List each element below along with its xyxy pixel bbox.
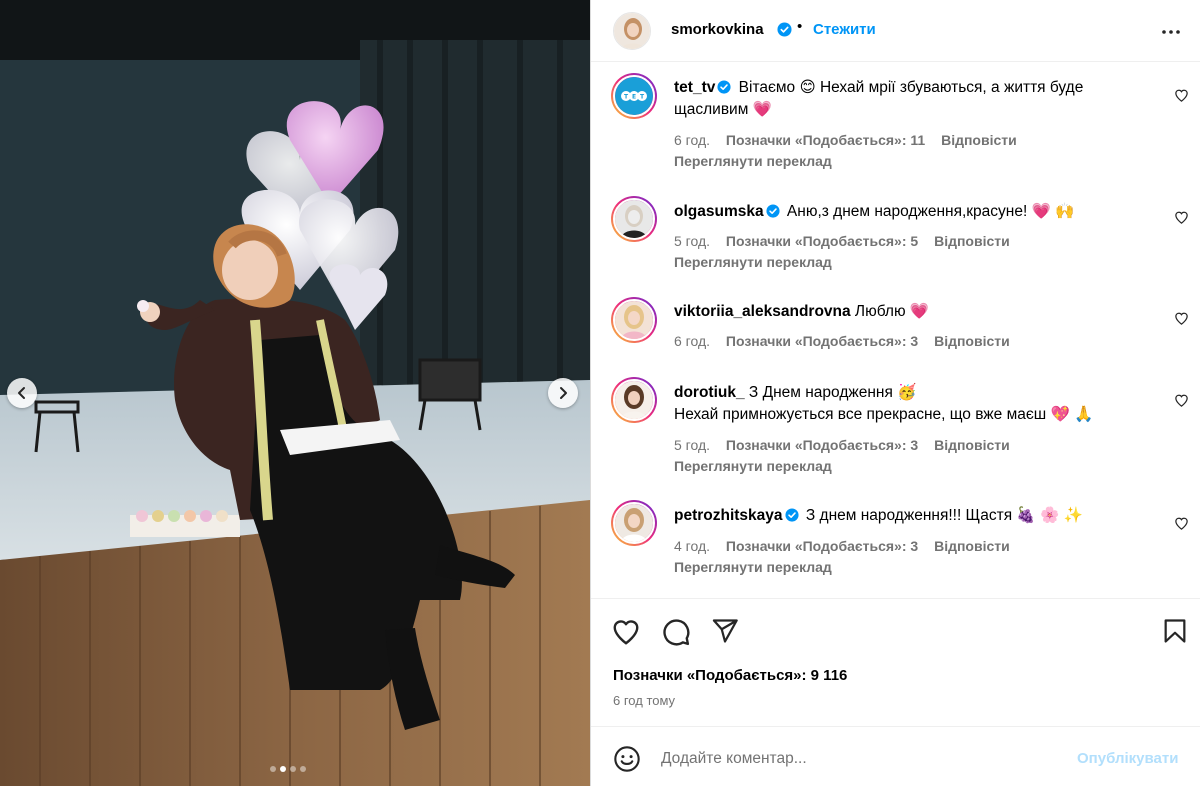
comment-like-icon[interactable] bbox=[1174, 210, 1189, 225]
carousel-next-button[interactable] bbox=[548, 378, 578, 408]
comment-avatar[interactable] bbox=[611, 377, 657, 423]
comment-like-icon[interactable] bbox=[1174, 393, 1189, 408]
svg-text:E: E bbox=[632, 94, 636, 101]
verified-icon bbox=[784, 508, 799, 522]
comment-text: Аню,з днем народження,красуне! 💗 🙌 bbox=[782, 203, 1075, 220]
comment-text: Люблю 💗 bbox=[850, 303, 930, 320]
likes-count[interactable]: Позначки «Подобається»: 9 116 bbox=[613, 667, 847, 684]
comment-input[interactable] bbox=[661, 747, 1061, 771]
translate-link[interactable]: Переглянути переклад bbox=[674, 458, 832, 474]
comment-meta: 4 год. Позначки «Подобається»: 3 Відпові… bbox=[674, 538, 1022, 554]
bookmark-icon[interactable] bbox=[1161, 617, 1189, 645]
comment-time: 4 год. bbox=[674, 538, 711, 554]
post-photo[interactable] bbox=[0, 0, 590, 786]
verified-icon bbox=[777, 22, 792, 37]
comment-meta: 5 год. Позначки «Подобається»: 3 Відпові… bbox=[674, 437, 1022, 453]
comment-body: dorotiuk_ З Днем народження 🥳 Нехай примн… bbox=[674, 382, 1154, 426]
comment-time: 6 год. bbox=[674, 333, 711, 349]
comment-avatar[interactable] bbox=[611, 297, 657, 343]
comment-body: tet_tv Вітаємо 😊 Нехай мрії збуваються, … bbox=[674, 77, 1154, 121]
translate-link[interactable]: Переглянути переклад bbox=[674, 559, 832, 575]
carousel-dot bbox=[300, 766, 306, 772]
reply-button[interactable]: Відповісти bbox=[934, 333, 1010, 349]
comment-like-icon[interactable] bbox=[1174, 311, 1189, 326]
carousel-prev-button[interactable] bbox=[7, 378, 37, 408]
comment-text: Вітаємо 😊 Нехай мрії збуваються, а життя… bbox=[674, 79, 1084, 118]
comment-time: 6 год. bbox=[674, 132, 711, 148]
comment-time: 5 год. bbox=[674, 437, 711, 453]
comment-likes[interactable]: Позначки «Подобається»: 11 bbox=[726, 132, 925, 148]
comment-text: З днем народження!!! Щастя 🍇 🌸 ✨ bbox=[801, 507, 1083, 524]
post-header: smorkovkina • Стежити bbox=[591, 0, 1200, 62]
comment-avatar[interactable] bbox=[611, 500, 657, 546]
carousel-dot bbox=[270, 766, 276, 772]
comment-composer: Опублікувати bbox=[591, 726, 1200, 786]
chevron-right-icon bbox=[560, 387, 567, 399]
post-time: 6 год тому bbox=[613, 693, 676, 708]
comment-username[interactable]: olgasumska bbox=[674, 203, 764, 220]
comment-like-icon[interactable] bbox=[1174, 88, 1189, 103]
comment-username[interactable]: dorotiuk_ bbox=[674, 384, 745, 401]
more-options-icon[interactable] bbox=[1161, 22, 1181, 42]
comment-text: З Днем народження 🥳 bbox=[744, 384, 917, 401]
comment-like-icon[interactable] bbox=[1174, 516, 1189, 531]
reply-button[interactable]: Відповісти bbox=[934, 437, 1010, 453]
comment-text-line2: Нехай примножується все прекрасне, що вж… bbox=[674, 406, 1094, 423]
reply-button[interactable]: Відповісти bbox=[941, 132, 1017, 148]
author-avatar[interactable] bbox=[613, 12, 651, 50]
comment-icon[interactable] bbox=[661, 617, 691, 647]
comment-body: viktoriia_aleksandrovna Люблю 💗 bbox=[674, 301, 1154, 323]
comment-username[interactable]: viktoriia_aleksandrovna bbox=[674, 303, 851, 320]
comment-likes[interactable]: Позначки «Подобається»: 3 bbox=[726, 538, 918, 554]
comment-meta: 6 год. Позначки «Подобається»: 11 Відпов… bbox=[674, 132, 1029, 148]
post-comment-button[interactable]: Опублікувати bbox=[1077, 750, 1178, 767]
heart-icon[interactable] bbox=[611, 617, 641, 647]
post-panel: smorkovkina • Стежити T E T tet_tv Вітає… bbox=[590, 0, 1200, 786]
emoji-icon[interactable] bbox=[613, 745, 641, 773]
comment-body: olgasumska Аню,з днем народження,красуне… bbox=[674, 201, 1154, 223]
comment-meta: 6 год. Позначки «Подобається»: 3 Відпові… bbox=[674, 333, 1022, 349]
share-icon[interactable] bbox=[711, 617, 739, 645]
carousel-dot-active bbox=[280, 766, 286, 772]
comment-likes[interactable]: Позначки «Подобається»: 5 bbox=[726, 233, 918, 249]
comments-list[interactable]: T E T tet_tv Вітаємо 😊 Нехай мрії збуваю… bbox=[591, 62, 1200, 598]
comment-body: petrozhitskaya З днем народження!!! Щаст… bbox=[674, 505, 1154, 527]
comment-avatar[interactable] bbox=[611, 196, 657, 242]
post-image bbox=[0, 0, 590, 786]
carousel-dot bbox=[290, 766, 296, 772]
translate-link[interactable]: Переглянути переклад bbox=[674, 153, 832, 169]
comment-username[interactable]: petrozhitskaya bbox=[674, 507, 783, 524]
reply-button[interactable]: Відповісти bbox=[934, 233, 1010, 249]
follow-button[interactable]: Стежити bbox=[813, 21, 876, 38]
comment-meta: 5 год. Позначки «Подобається»: 5 Відпові… bbox=[674, 233, 1022, 249]
comment-likes[interactable]: Позначки «Подобається»: 3 bbox=[726, 333, 918, 349]
translate-link[interactable]: Переглянути переклад bbox=[674, 254, 832, 270]
comment-username[interactable]: tet_tv bbox=[674, 79, 715, 96]
author-username[interactable]: smorkovkina bbox=[671, 21, 764, 38]
carousel-indicator bbox=[270, 766, 306, 772]
reply-button[interactable]: Відповісти bbox=[934, 538, 1010, 554]
chevron-left-icon bbox=[18, 387, 25, 399]
comment-time: 5 год. bbox=[674, 233, 711, 249]
header-separator: • bbox=[797, 18, 803, 35]
verified-icon bbox=[766, 204, 780, 218]
comment-likes[interactable]: Позначки «Подобається»: 3 bbox=[726, 437, 918, 453]
comment-avatar[interactable]: T E T bbox=[611, 73, 657, 119]
verified-icon bbox=[717, 80, 731, 94]
